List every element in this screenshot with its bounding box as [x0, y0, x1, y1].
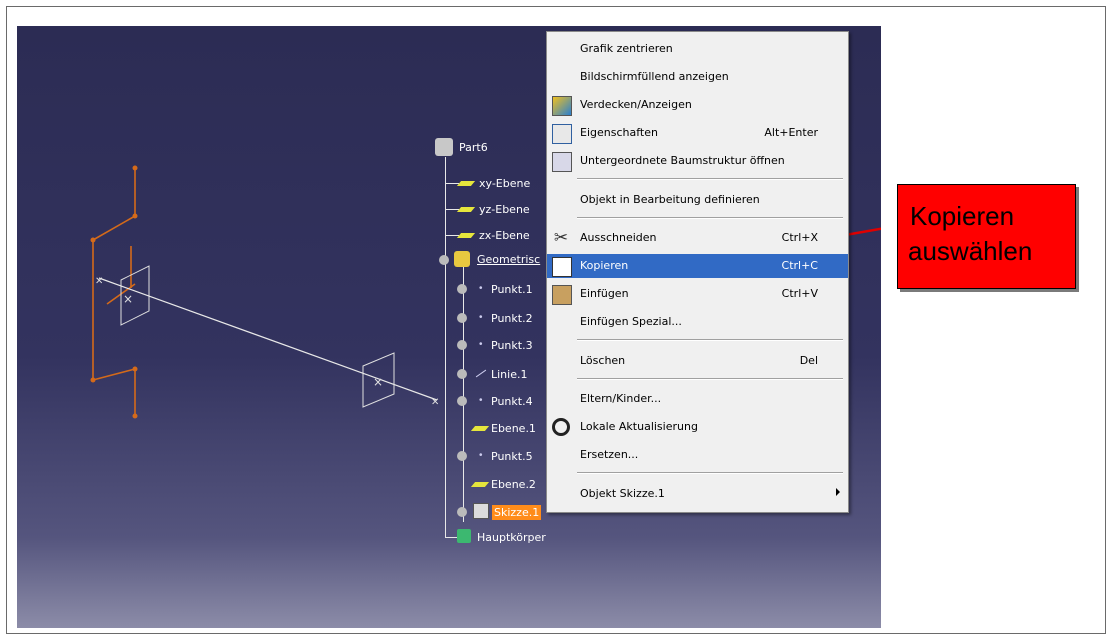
menu-item-label: Verdecken/Anzeigen	[580, 98, 692, 111]
svg-text:×: ×	[373, 375, 383, 389]
menu-item-fit-all[interactable]: Bildschirmfüllend anzeigen	[547, 65, 848, 89]
menu-item-shortcut: Alt+Enter	[764, 126, 818, 139]
tree-item-label: Punkt.5	[491, 450, 533, 463]
tree-item-label: Skizze.1	[492, 505, 542, 520]
update-icon	[552, 418, 570, 436]
geometric-set-icon	[454, 251, 470, 267]
callout-line-1: Kopieren	[910, 201, 1015, 231]
annotation-callout: Kopieren auswählen	[897, 184, 1076, 289]
menu-item-label: Ausschneiden	[580, 231, 657, 244]
menu-item-define-in-work[interactable]: Objekt in Bearbeitung definieren	[547, 188, 848, 212]
menu-separator	[577, 378, 843, 380]
menu-item-label: Lokale Aktualisierung	[580, 420, 698, 433]
svg-text:×: ×	[123, 292, 133, 306]
sketch-icon	[473, 503, 489, 519]
properties-icon	[552, 124, 572, 144]
tree-item-label: Punkt.2	[491, 312, 533, 325]
point-icon: •	[479, 450, 483, 461]
menu-item-shortcut: Ctrl+V	[781, 287, 818, 300]
menu-item-center-graph[interactable]: Grafik zentrieren	[547, 37, 848, 61]
menu-separator	[577, 339, 843, 341]
point-icon: •	[479, 283, 483, 294]
node-icon	[457, 340, 467, 350]
tree-item-label: Punkt.1	[491, 283, 533, 296]
menu-item-parents-children[interactable]: Eltern/Kinder...	[547, 387, 848, 411]
menu-item-paste[interactable]: Einfügen Ctrl+V	[547, 282, 848, 306]
menu-item-label: Untergeordnete Baumstruktur öffnen	[580, 154, 785, 167]
node-icon	[457, 313, 467, 323]
tree-item-label: Punkt.3	[491, 339, 533, 352]
menu-item-shortcut: Ctrl+C	[781, 259, 818, 272]
svg-text:✕: ✕	[95, 276, 103, 287]
tree-item-label: Geometrisc	[477, 253, 541, 266]
tree-item-label: Ebene.2	[491, 478, 536, 491]
subtree-icon	[552, 152, 572, 172]
copy-icon	[552, 257, 572, 277]
node-icon	[457, 396, 467, 406]
node-icon	[457, 284, 467, 294]
menu-item-properties[interactable]: Eigenschaften Alt+Enter	[547, 121, 848, 145]
menu-item-hide-show[interactable]: Verdecken/Anzeigen	[547, 93, 848, 117]
menu-item-label: Einfügen Spezial...	[580, 315, 682, 328]
menu-item-label: Eigenschaften	[580, 126, 658, 139]
tree-item-label: yz-Ebene	[479, 203, 530, 216]
tree-item-label: zx-Ebene	[479, 229, 530, 242]
tree-item-label: Hauptkörper	[477, 531, 546, 544]
menu-item-open-subtree[interactable]: Untergeordnete Baumstruktur öffnen	[547, 149, 848, 173]
svg-text:✕: ✕	[431, 397, 439, 408]
menu-item-label: Grafik zentrieren	[580, 42, 673, 55]
submenu-arrow-icon	[836, 488, 840, 496]
menu-item-label: Objekt in Bearbeitung definieren	[580, 193, 760, 206]
tree-item-label: Punkt.4	[491, 395, 533, 408]
menu-item-label: Löschen	[580, 354, 626, 367]
expand-toggle-icon[interactable]	[439, 255, 449, 265]
menu-item-label: Kopieren	[580, 259, 629, 272]
menu-item-label: Ersetzen...	[580, 448, 639, 461]
tree-item-label: xy-Ebene	[479, 177, 531, 190]
menu-item-shortcut: Ctrl+X	[781, 231, 818, 244]
paste-icon	[552, 285, 572, 305]
callout-line-2: auswählen	[908, 236, 1033, 266]
menu-item-paste-special[interactable]: Einfügen Spezial...	[547, 310, 848, 334]
body-icon	[457, 529, 471, 543]
menu-item-replace[interactable]: Ersetzen...	[547, 443, 848, 467]
tree-root-label: Part6	[459, 141, 488, 154]
node-icon	[457, 451, 467, 461]
menu-item-shortcut: Del	[799, 354, 818, 367]
menu-separator	[577, 472, 843, 474]
point-icon: •	[479, 312, 483, 323]
menu-item-copy[interactable]: Kopieren Ctrl+C	[547, 254, 848, 278]
tree-item-label: Linie.1	[491, 368, 528, 381]
menu-item-label: Einfügen	[580, 287, 629, 300]
node-icon	[457, 507, 467, 517]
menu-separator	[577, 217, 843, 219]
point-icon: •	[479, 339, 483, 350]
scissors-icon: ✂	[553, 228, 569, 248]
context-menu: Grafik zentrieren Bildschirmfüllend anze…	[546, 31, 849, 513]
part-icon	[435, 138, 453, 156]
menu-separator	[577, 178, 843, 180]
menu-item-local-update[interactable]: Lokale Aktualisierung	[547, 415, 848, 439]
point-icon: •	[479, 395, 483, 406]
menu-item-label: Objekt Skizze.1	[580, 487, 665, 500]
hide-show-icon	[552, 96, 572, 116]
menu-item-delete[interactable]: Löschen Del	[547, 349, 848, 373]
menu-item-cut[interactable]: ✂ Ausschneiden Ctrl+X	[547, 226, 848, 250]
menu-item-label: Bildschirmfüllend anzeigen	[580, 70, 729, 83]
node-icon	[457, 369, 467, 379]
tree-item-label: Ebene.1	[491, 422, 536, 435]
menu-item-label: Eltern/Kinder...	[580, 392, 662, 405]
menu-item-object-submenu[interactable]: Objekt Skizze.1	[547, 482, 848, 506]
